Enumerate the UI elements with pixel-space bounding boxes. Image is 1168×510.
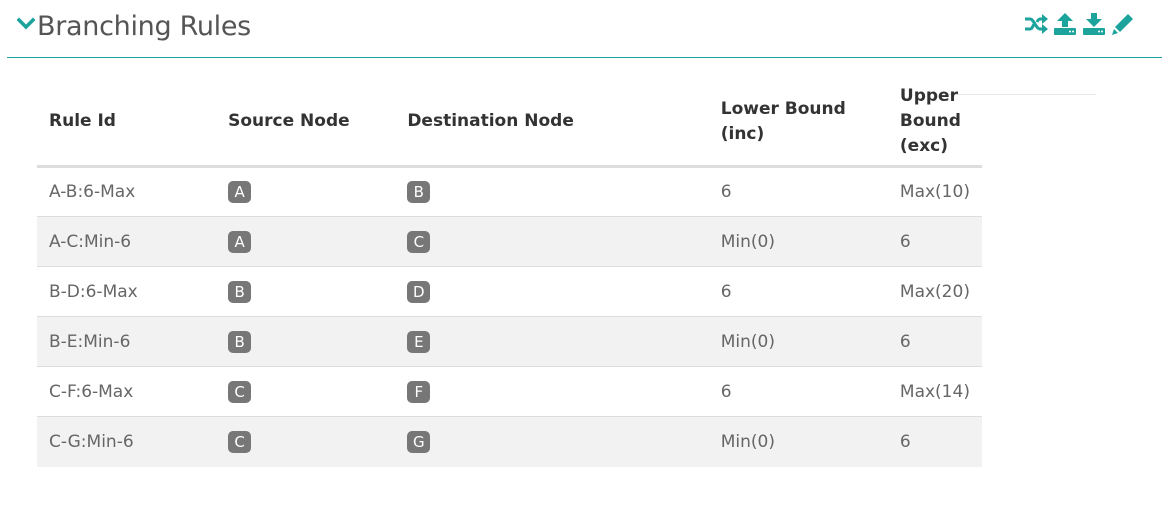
table-row[interactable]: A-B:6-Max A B 6 Max(10) bbox=[37, 167, 982, 217]
rule-id-cell: B-D:6-Max bbox=[37, 266, 217, 317]
source-node-cell: C bbox=[216, 416, 396, 467]
source-node-badge: B bbox=[228, 280, 252, 303]
panel-toolbar bbox=[1023, 11, 1136, 37]
destination-node-badge: G bbox=[407, 430, 431, 453]
lower-bound-cell: Min(0) bbox=[708, 216, 888, 267]
lower-bound-cell: 6 bbox=[708, 366, 888, 417]
source-node-badge: A bbox=[228, 230, 252, 253]
destination-node-cell: G bbox=[395, 416, 709, 467]
lower-bound-cell: 6 bbox=[708, 266, 888, 317]
source-node-cell: C bbox=[216, 366, 396, 417]
rules-table-wrapper: Rule Id Source Node Destination Node Low… bbox=[37, 80, 1133, 467]
table-row[interactable]: C-G:Min-6 C G Min(0) 6 bbox=[37, 416, 982, 467]
source-node-cell: B bbox=[216, 316, 396, 367]
column-header-lower-bound[interactable]: Lower Bound (inc) bbox=[708, 80, 888, 168]
panel-header: Branching Rules bbox=[7, 0, 1162, 58]
destination-node-badge: D bbox=[407, 280, 431, 303]
lower-bound-cell: 6 bbox=[720, 182, 732, 202]
source-node-cell: A bbox=[216, 216, 396, 267]
destination-node-cell: B bbox=[395, 167, 708, 217]
destination-node-badge: C bbox=[407, 230, 431, 253]
chevron-down-icon[interactable] bbox=[16, 15, 36, 33]
column-header-upper-bound[interactable]: Upper Bound (exc) bbox=[887, 80, 982, 168]
rule-id-cell: A-B:6-Max bbox=[49, 182, 136, 202]
branching-rules-panel: Branching Rules Rule Id Source Node Dest… bbox=[0, 0, 1168, 510]
source-node-badge: C bbox=[228, 430, 252, 453]
source-node-cell: B bbox=[216, 266, 396, 317]
column-header-rule-id[interactable]: Rule Id bbox=[37, 80, 217, 168]
rule-id-cell: C-G:Min-6 bbox=[37, 416, 217, 467]
destination-node-badge: B bbox=[407, 181, 431, 203]
table-row[interactable]: C-F:6-Max C F 6 Max(14) bbox=[37, 366, 982, 417]
shuffle-icon[interactable] bbox=[1023, 11, 1049, 37]
upper-bound-cell: 6 bbox=[887, 416, 982, 467]
upper-bound-cell: Max(20) bbox=[887, 266, 982, 317]
column-header-destination-node[interactable]: Destination Node bbox=[395, 80, 709, 168]
upper-bound-cell: 6 bbox=[887, 316, 982, 367]
source-node-badge: C bbox=[228, 380, 252, 403]
rule-id-cell: B-E:Min-6 bbox=[37, 316, 217, 367]
column-header-source-node[interactable]: Source Node bbox=[216, 80, 396, 168]
lower-bound-cell: Min(0) bbox=[708, 316, 888, 367]
destination-node-cell: D bbox=[395, 266, 709, 317]
table-row[interactable]: B-E:Min-6 B E Min(0) 6 bbox=[37, 316, 982, 367]
source-node-badge: A bbox=[228, 181, 252, 203]
upload-icon[interactable] bbox=[1052, 11, 1078, 37]
table-row[interactable]: A-C:Min-6 A C Min(0) 6 bbox=[37, 216, 982, 267]
destination-node-cell: E bbox=[395, 316, 709, 367]
source-node-badge: B bbox=[228, 330, 252, 353]
source-node-cell: A bbox=[216, 167, 395, 217]
rule-id-cell: A-C:Min-6 bbox=[37, 216, 217, 267]
table-header-row: Rule Id Source Node Destination Node Low… bbox=[37, 80, 982, 168]
download-icon[interactable] bbox=[1081, 11, 1107, 37]
upper-bound-cell: Max(10) bbox=[899, 182, 970, 202]
rule-id-cell: C-F:6-Max bbox=[37, 366, 217, 417]
table-row[interactable]: B-D:6-Max B D 6 Max(20) bbox=[37, 266, 982, 317]
destination-node-cell: F bbox=[395, 366, 709, 417]
upper-bound-cell: Max(14) bbox=[887, 366, 982, 417]
panel-title: Branching Rules bbox=[37, 11, 251, 42]
destination-node-cell: C bbox=[395, 216, 709, 267]
rules-table: Rule Id Source Node Destination Node Low… bbox=[37, 80, 982, 467]
upper-bound-cell: 6 bbox=[887, 216, 982, 267]
pencil-icon[interactable] bbox=[1110, 11, 1136, 37]
destination-node-badge: E bbox=[407, 330, 431, 353]
destination-node-badge: F bbox=[407, 380, 431, 403]
lower-bound-cell: Min(0) bbox=[708, 416, 888, 467]
